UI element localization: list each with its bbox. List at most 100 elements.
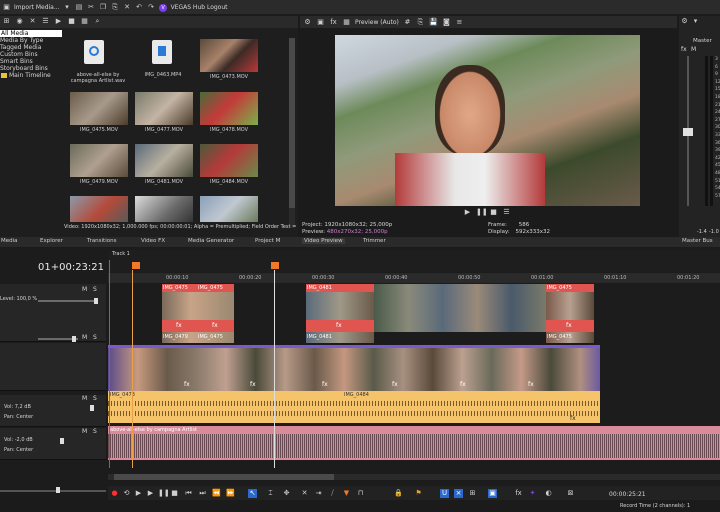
tree-item-storyboard-bins[interactable]: Storyboard Bins (0, 65, 62, 72)
camera-icon[interactable]: ◙ (442, 18, 451, 27)
marker-flag-icon[interactable] (132, 262, 140, 269)
dropdown-icon[interactable]: ▾ (691, 17, 700, 26)
pause-icon[interactable]: ❚❚ (158, 489, 170, 498)
search-icon[interactable]: ⌕ (93, 17, 102, 26)
ripple-icon[interactable]: U (440, 489, 449, 498)
delete-icon[interactable]: ✕ (123, 3, 132, 12)
record-icon[interactable]: ● (110, 489, 119, 498)
video-thumbnail[interactable] (200, 39, 258, 72)
properties-icon[interactable]: ☰ (41, 17, 50, 26)
save-snapshot-icon[interactable]: 💾 (429, 18, 438, 27)
fx-icon[interactable]: fx (336, 322, 342, 329)
volume-slider-knob[interactable] (60, 438, 64, 444)
cursor-icon[interactable]: ⌶ (266, 489, 275, 498)
video-thumbnail[interactable] (200, 92, 258, 125)
audio-clip[interactable]: above-all-else by campagna Artlist (108, 426, 720, 460)
level-slider-knob[interactable] (94, 298, 98, 304)
video-thumbnail[interactable] (135, 92, 193, 125)
paste-icon[interactable]: ⎘ (111, 3, 120, 12)
settings-icon[interactable]: ⚙ (680, 17, 689, 26)
fx-icon[interactable]: fx (212, 322, 218, 329)
snapping-icon[interactable]: ⚑ (414, 489, 423, 498)
trim-icon[interactable]: ⇥ (314, 489, 323, 498)
zoom-slider-knob[interactable] (56, 487, 60, 493)
split-screen-icon[interactable]: ▣ (316, 18, 325, 27)
grid-icon[interactable]: # (403, 18, 412, 27)
play-from-start-icon[interactable]: ▶ (134, 489, 143, 498)
solo-button[interactable]: S (93, 286, 97, 293)
solo-button[interactable]: S (93, 428, 97, 435)
add-media-icon[interactable]: ⊞ (2, 17, 11, 26)
timeline-scrollbar[interactable] (108, 474, 720, 480)
mute-button[interactable]: M (82, 428, 87, 435)
video-clip[interactable]: IMG_0475 IMG_0475 fx fx IMG_0479 IMG_047… (162, 284, 234, 343)
play-icon[interactable]: ▶ (463, 208, 472, 217)
tab-media-generator[interactable]: Media Generator (188, 238, 234, 244)
tree-item-custom-bins[interactable]: Custom Bins (0, 51, 62, 58)
views-icon[interactable]: ▦ (80, 17, 89, 26)
audio-file-icon[interactable] (84, 40, 104, 64)
tree-item-media-by-type[interactable]: Media By Type (0, 37, 62, 44)
tree-item-smart-bins[interactable]: Smart Bins (0, 58, 62, 65)
tab-project-media[interactable]: Project M (255, 238, 280, 244)
video-thumbnail[interactable] (70, 144, 128, 177)
video-thumbnail[interactable] (200, 144, 258, 177)
video-clip[interactable]: IMG_0475 fx IMG_0475 (546, 284, 594, 343)
video-thumbnail[interactable] (70, 196, 128, 222)
fx-button-icon[interactable]: fx (514, 489, 523, 498)
marker-flag-icon[interactable] (271, 262, 279, 269)
tree-item-tagged-media[interactable]: Tagged Media (0, 44, 62, 51)
master-fx-icon[interactable]: fx (681, 46, 687, 53)
stop-icon[interactable]: ■ (170, 489, 179, 498)
split-icon[interactable]: ⧸ (328, 489, 337, 498)
fx-icon[interactable]: fx (460, 381, 466, 388)
stop-icon[interactable]: ■ (489, 208, 498, 217)
lock-icon[interactable]: 🔒 (394, 489, 403, 498)
tab-video-preview[interactable]: Video Preview (302, 238, 345, 244)
tab-video-fx[interactable]: Video FX (141, 238, 165, 244)
track-header-video-1[interactable]: Level: 100,0 % M S (0, 284, 106, 342)
tree-item-all-media[interactable]: All Media (0, 30, 62, 37)
fx-icon[interactable]: fx (176, 322, 182, 329)
fx-icon[interactable]: fx (329, 18, 338, 27)
delete-icon[interactable]: ✕ (300, 489, 309, 498)
loop-icon[interactable]: ⟲ (122, 489, 131, 498)
master-fader-knob[interactable] (683, 128, 693, 136)
mute-button[interactable]: M (82, 334, 87, 341)
stop-media-icon[interactable]: ■ (67, 17, 76, 26)
vegas-hub-logout-link[interactable]: VEGAS Hub Logout (171, 4, 228, 11)
color-icon[interactable]: ◐ (544, 489, 553, 498)
fx-icon[interactable]: fx (570, 415, 576, 422)
dropdown-icon[interactable]: ▾ (63, 3, 72, 12)
fx-icon[interactable]: fx (250, 381, 256, 388)
next-frame-icon[interactable]: ⏩ (226, 489, 235, 498)
video-thumbnail[interactable] (200, 196, 258, 222)
time-ruler[interactable]: 00:00:10 00:00:20 00:00:30 00:00:40 00:00:50… (108, 273, 720, 283)
document-file-icon[interactable] (152, 40, 172, 64)
fx-icon[interactable]: fx (566, 322, 572, 329)
marker-icon[interactable]: ▼ (342, 489, 351, 498)
fx-icon[interactable]: fx (528, 381, 534, 388)
master-mute[interactable]: M (691, 46, 696, 53)
play-media-icon[interactable]: ▶ (54, 17, 63, 26)
vegas-hub-icon[interactable]: V (159, 3, 168, 12)
video-clip[interactable]: fx fx fx fx fx fx (108, 345, 600, 391)
settings-icon[interactable]: ⚙ (303, 18, 312, 27)
pause-icon[interactable]: ❚❚ (476, 208, 488, 217)
capture-icon[interactable]: ◉ (15, 17, 24, 26)
video-thumbnail[interactable] (70, 92, 128, 125)
solo-button[interactable]: S (93, 395, 97, 402)
copy-snapshot-icon[interactable]: ⎘ (416, 18, 425, 27)
video-thumbnail[interactable] (135, 196, 193, 222)
play-icon[interactable]: ▶ (146, 489, 155, 498)
fx-icon[interactable]: fx (322, 381, 328, 388)
group-icon[interactable]: ▣ (488, 489, 497, 498)
markers-list-icon[interactable]: ⊠ (566, 489, 575, 498)
enable-snapping-icon[interactable]: ⊞ (468, 489, 477, 498)
menu-icon[interactable]: ≡ (455, 18, 464, 27)
playhead[interactable] (109, 260, 110, 468)
fx-icon[interactable]: fx (184, 381, 190, 388)
track-header-audio-2[interactable]: Vol: -2,0 dB Pan: Center M S (0, 428, 106, 460)
go-to-start-icon[interactable]: ⏮ (184, 489, 193, 498)
solo-button[interactable]: S (93, 334, 97, 341)
